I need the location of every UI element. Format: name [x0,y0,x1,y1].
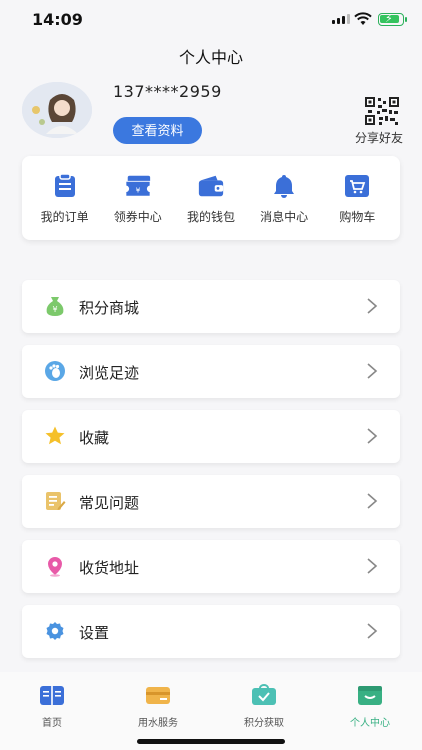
tab-label: 积分获取 [244,718,284,729]
svg-text:¥: ¥ [52,305,57,314]
shopping-cart-icon [343,172,371,200]
cellular-signal-icon [332,14,350,24]
footprint-icon [45,361,65,381]
settings-gear-icon [46,622,64,640]
menu-item-settings[interactable]: 设置 [22,605,400,658]
quick-item-orders[interactable]: 我的订单 [30,172,100,225]
chevron-right-icon [367,298,378,314]
quick-item-label: 我的钱包 [186,209,235,224]
quick-item-messages[interactable]: 消息中心 [249,172,319,225]
quick-menu-card: 我的订单 ¥ 领券中心 我的钱包 消息中心 购物车 [22,156,400,240]
chevron-right-icon [367,493,378,509]
menu-item-address[interactable]: 收货地址 [22,540,400,593]
water-service-card-icon [146,687,170,704]
quick-item-label: 消息中心 [260,209,309,224]
tab-water-service[interactable]: 用水服务 [118,684,198,729]
home-indicator[interactable] [137,739,285,744]
profile-box-icon [358,686,382,705]
coupon-ticket-icon: ¥ [124,172,152,200]
quick-item-label: 领券中心 [113,209,162,224]
menu-item-label: 浏览足迹 [79,364,140,382]
svg-text:¥: ¥ [135,185,140,194]
tab-label: 用水服务 [138,718,178,729]
points-check-icon [252,684,276,705]
menu-item-faq[interactable]: 常见问题 [22,475,400,528]
battery-charging-icon: ⚡ [378,12,407,26]
wallet-icon [197,172,225,200]
avatar[interactable] [22,82,92,138]
chevron-right-icon [367,623,378,639]
tab-home[interactable]: 首页 [12,684,92,729]
menu-item-label: 设置 [79,624,110,642]
menu-item-label: 积分商城 [79,299,140,317]
menu-item-label: 常见问题 [79,494,140,512]
quick-item-cart[interactable]: 购物车 [322,172,392,225]
status-time: 14:09 [32,10,83,29]
bell-icon [270,172,298,200]
location-pin-icon [48,557,62,577]
quick-item-label: 购物车 [339,209,376,224]
view-profile-button[interactable]: 查看资料 [113,117,202,144]
menu-item-points-mall[interactable]: ¥ 积分商城 [22,280,400,333]
chevron-right-icon [367,363,378,379]
status-bar: 14:09 ⚡ [0,0,422,40]
tab-profile[interactable]: 个人中心 [330,684,410,729]
quick-item-coupons[interactable]: ¥ 领券中心 [103,172,173,225]
tab-label: 个人中心 [350,718,390,729]
home-book-icon [40,686,64,705]
points-bag-icon: ¥ [46,297,64,316]
page-title: 个人中心 [178,48,243,67]
menu-item-label: 收藏 [79,429,110,447]
menu-item-label: 收货地址 [79,559,140,577]
faq-edit-icon [46,492,66,510]
user-phone: 137****2959 [113,82,222,101]
order-clipboard-icon [51,172,79,200]
wifi-icon [354,12,372,25]
share-friends-label[interactable]: 分享好友 [355,129,403,146]
menu-item-favorites[interactable]: 收藏 [22,410,400,463]
quick-item-wallet[interactable]: 我的钱包 [176,172,246,225]
chevron-right-icon [367,428,378,444]
chevron-right-icon [367,558,378,574]
quick-item-label: 我的订单 [40,209,89,224]
tab-points[interactable]: 积分获取 [224,684,304,729]
qr-code-icon[interactable] [365,97,399,125]
menu-item-browse-history[interactable]: 浏览足迹 [22,345,400,398]
tab-label: 首页 [42,718,62,729]
star-icon [45,426,65,445]
